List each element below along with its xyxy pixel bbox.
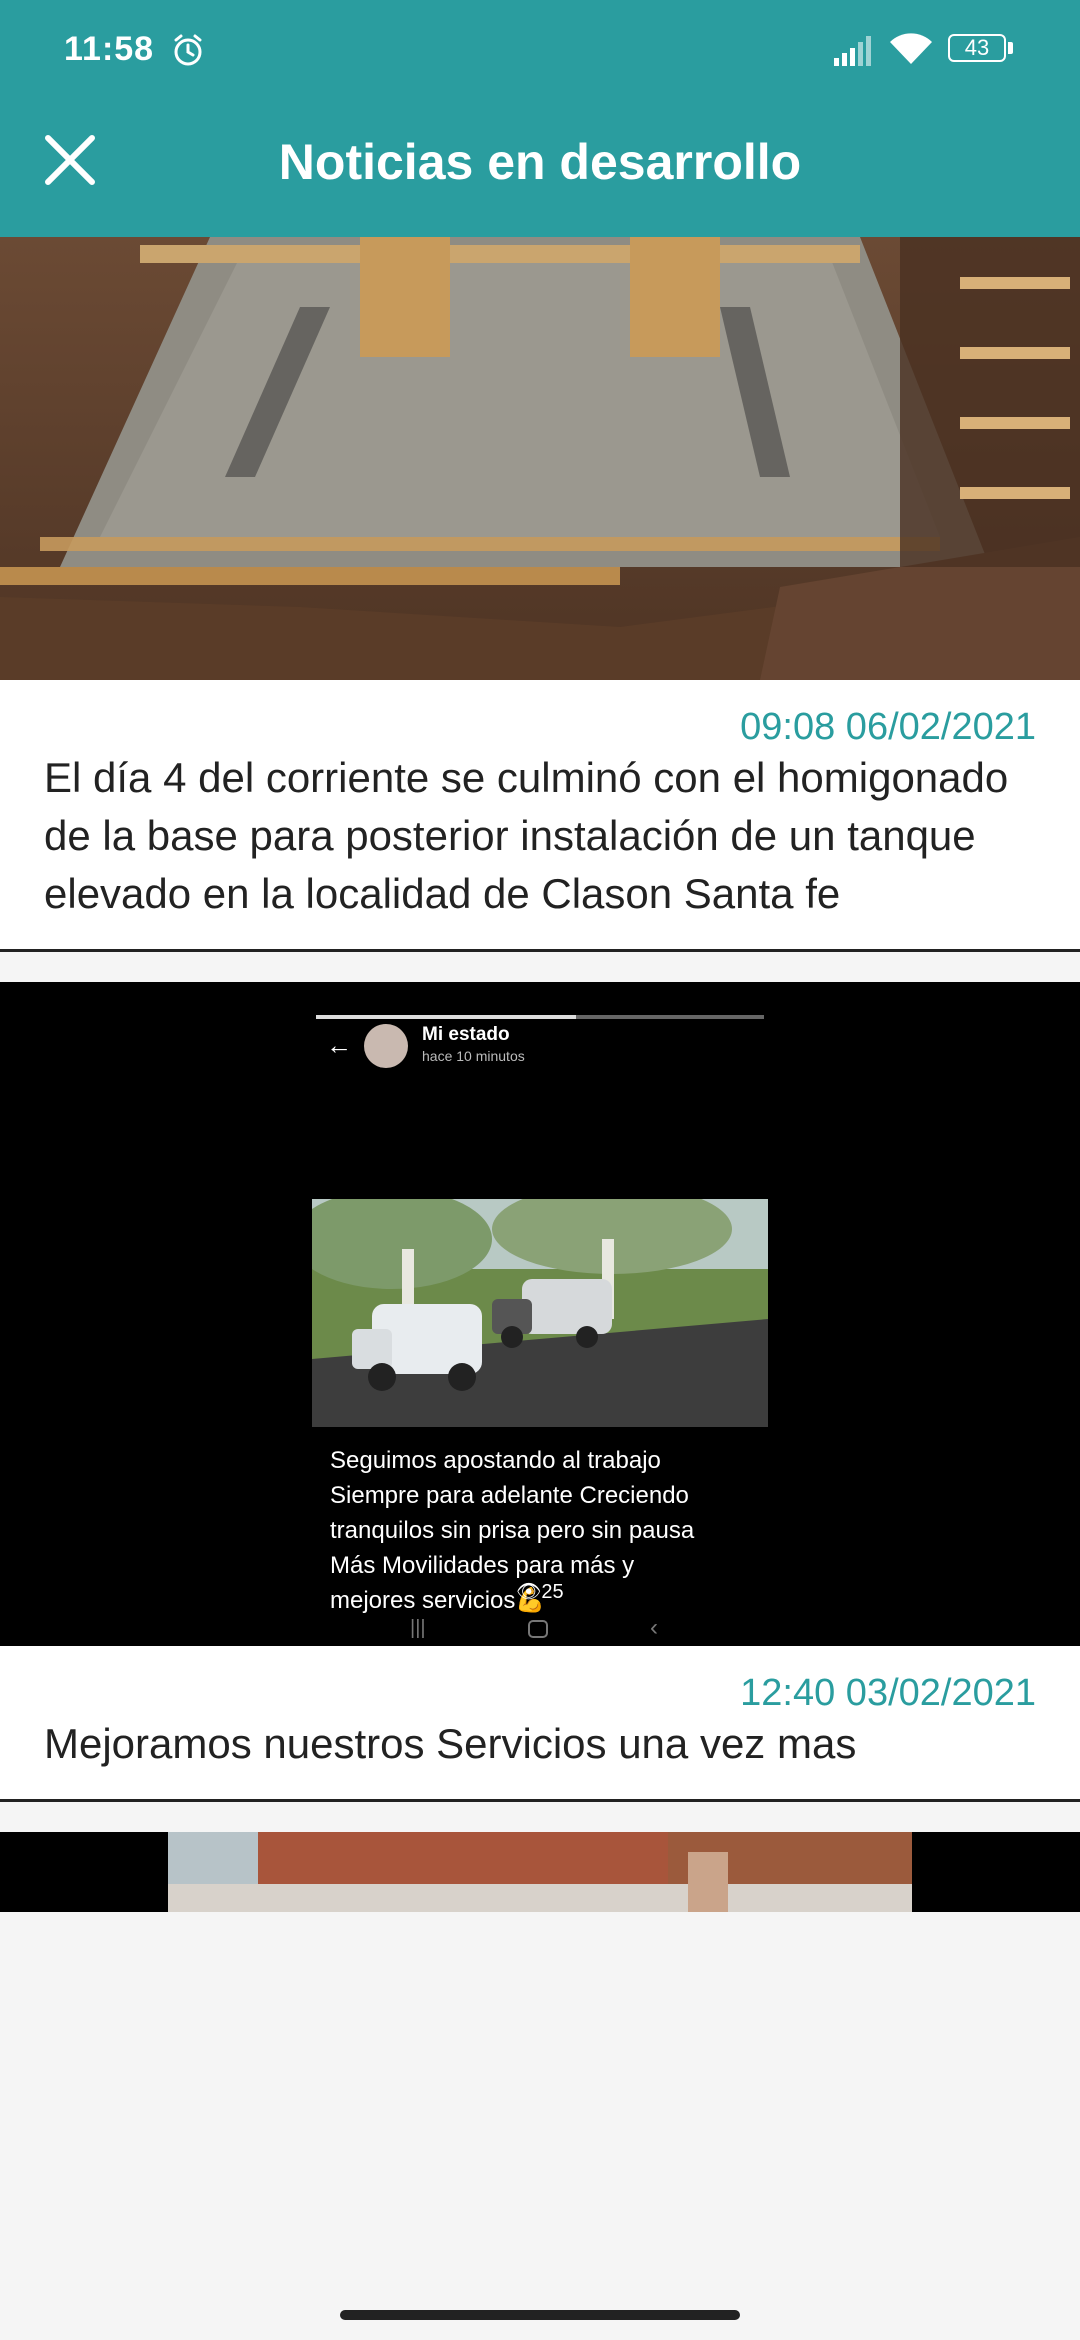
status-caption: Seguimos apostando al trabajo Siempre pa… xyxy=(330,1447,695,1614)
status-title: Mi estado xyxy=(422,1024,510,1045)
news-card[interactable] xyxy=(0,1832,1080,1912)
vans-photo xyxy=(312,1199,768,1427)
eye-icon: 👁 xyxy=(516,1581,542,1603)
news-timestamp: 12:40 03/02/2021 xyxy=(740,1672,1036,1714)
app-bar: Noticias en desarrollo xyxy=(0,100,1080,237)
views-count: 👁25 xyxy=(516,1581,564,1603)
news-card[interactable]: 09:08 06/02/2021 El día 4 del corriente … xyxy=(0,237,1080,952)
battery-level: 43 xyxy=(964,35,990,60)
news-text: El día 4 del corriente se culminó con el… xyxy=(44,754,1009,917)
news-image[interactable]: ← Mi estado hace 10 minutos Seguimos apo… xyxy=(0,982,1080,1646)
status-time: 11:58 xyxy=(64,30,155,68)
recents-icon: ||| xyxy=(410,1617,426,1639)
avatar xyxy=(364,1024,408,1068)
brick-wall-photo xyxy=(168,1832,912,1912)
battery-icon: 43 xyxy=(948,34,1014,66)
gesture-bar[interactable] xyxy=(340,2310,740,2320)
signal-icon xyxy=(834,36,871,66)
news-timestamp: 09:08 06/02/2021 xyxy=(740,706,1036,748)
back-arrow-icon: ← xyxy=(326,1030,352,1060)
news-card[interactable]: ← Mi estado hace 10 minutos Seguimos apo… xyxy=(0,982,1080,1802)
news-text: Mejoramos nuestros Servicios una vez mas xyxy=(44,1720,857,1767)
news-image[interactable] xyxy=(0,1832,1080,1912)
status-bar: 11:58 43 xyxy=(0,0,1080,100)
status-subtitle: hace 10 minutos xyxy=(422,1048,525,1064)
page-title: Noticias en desarrollo xyxy=(278,134,802,190)
nav-back-icon: ‹ xyxy=(650,1614,658,1641)
home-icon xyxy=(528,1620,548,1638)
status-progress-bar xyxy=(316,1015,764,1019)
news-image[interactable] xyxy=(0,237,1080,680)
news-list[interactable]: 09:08 06/02/2021 El día 4 del corriente … xyxy=(0,237,1080,1912)
concrete-foundation-image xyxy=(0,237,1080,680)
wifi-icon xyxy=(890,33,932,64)
alarm-icon xyxy=(174,34,202,66)
